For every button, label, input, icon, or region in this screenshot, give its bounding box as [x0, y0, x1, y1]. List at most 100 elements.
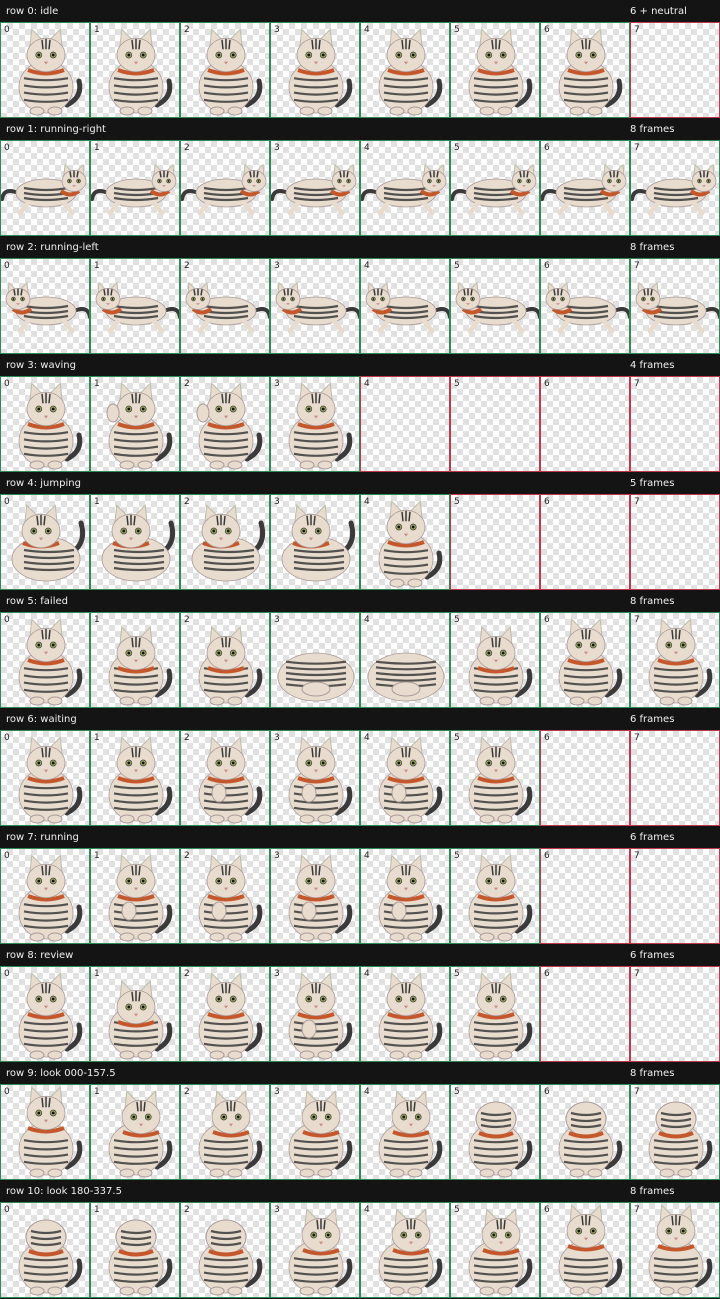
row-frame-count: 8 frames	[630, 1067, 675, 1079]
frame-cell: 1	[90, 1202, 180, 1298]
frame-cell: 1	[90, 730, 180, 826]
empty-frame-cell: 6	[540, 848, 630, 944]
frame-index: 0	[4, 1087, 10, 1097]
frame-cell: 7	[630, 1202, 720, 1298]
frame-cell: 3	[270, 1084, 360, 1180]
row-frame-count: 8 frames	[630, 595, 675, 607]
frame-cell: 2	[180, 1202, 270, 1298]
frame-index: 2	[184, 851, 190, 861]
frame-cell: 4	[360, 22, 450, 118]
frame-index: 7	[634, 969, 640, 979]
frame-index: 4	[364, 379, 370, 389]
frame-index: 0	[4, 969, 10, 979]
row-title: row 0: idle	[6, 5, 59, 17]
frame-index: 4	[364, 851, 370, 861]
frame-cell: 5	[450, 966, 540, 1062]
row-frame-count: 6 frames	[630, 831, 675, 843]
frame-cell: 6	[540, 612, 630, 708]
frame-index: 7	[634, 143, 640, 153]
frame-cell: 2	[180, 22, 270, 118]
frame-index: 2	[184, 497, 190, 507]
row-header: row 4: jumping 5 frames	[0, 472, 720, 494]
row-frame-count: 4 frames	[630, 359, 675, 371]
frame-index: 6	[544, 1087, 550, 1097]
frame-index: 6	[544, 143, 550, 153]
frame-cell: 6	[540, 140, 630, 236]
frame-index: 6	[544, 25, 550, 35]
frame-index: 5	[454, 615, 460, 625]
frame-cell: 3	[270, 258, 360, 354]
frame-cell: 0	[0, 258, 90, 354]
row-title: row 9: look 000-157.5	[6, 1067, 116, 1079]
frame-index: 5	[454, 969, 460, 979]
frame-index: 6	[544, 851, 550, 861]
frame-cell: 0	[0, 612, 90, 708]
frame-index: 3	[274, 733, 280, 743]
frame-index: 2	[184, 143, 190, 153]
row-title: row 10: look 180-337.5	[6, 1185, 122, 1197]
frame-cell: 4	[360, 1202, 450, 1298]
frame-row: 0 1 2 3 4 5 6 7	[0, 22, 720, 118]
frame-index: 3	[274, 379, 280, 389]
frame-index: 5	[454, 733, 460, 743]
frame-cell: 4	[360, 258, 450, 354]
frame-cell: 3	[270, 848, 360, 944]
frame-index: 5	[454, 379, 460, 389]
frame-index: 4	[364, 969, 370, 979]
frame-cell: 5	[450, 730, 540, 826]
frame-cell: 2	[180, 376, 270, 472]
row-title: row 1: running-right	[6, 123, 106, 135]
frame-cell: 2	[180, 730, 270, 826]
frame-index: 7	[634, 379, 640, 389]
row-header: row 2: running-left 8 frames	[0, 236, 720, 258]
frame-index: 1	[94, 379, 100, 389]
frame-index: 2	[184, 379, 190, 389]
frame-index: 2	[184, 969, 190, 979]
frame-index: 7	[634, 261, 640, 271]
row-header: row 7: running 6 frames	[0, 826, 720, 848]
frame-cell: 1	[90, 140, 180, 236]
empty-frame-cell: 4	[360, 376, 450, 472]
frame-row: 0 1 2 3 4 5 6 7	[0, 140, 720, 236]
frame-cell: 0	[0, 376, 90, 472]
frame-index: 7	[634, 733, 640, 743]
frame-row: 0 1 2 3 4 5 6 7	[0, 730, 720, 826]
frame-index: 3	[274, 1087, 280, 1097]
frame-index: 6	[544, 1205, 550, 1215]
frame-cell: 4	[360, 1084, 450, 1180]
frame-row: 0 1 2 3 4 5 6 7	[0, 1084, 720, 1180]
frame-index: 6	[544, 969, 550, 979]
frame-cell: 7	[630, 1084, 720, 1180]
frame-cell: 5	[450, 848, 540, 944]
frame-cell: 1	[90, 258, 180, 354]
frame-index: 1	[94, 143, 100, 153]
frame-cell: 1	[90, 848, 180, 944]
frame-cell: 6	[540, 1202, 630, 1298]
frame-index: 4	[364, 25, 370, 35]
frame-index: 5	[454, 851, 460, 861]
frame-row: 0 1 2 3 4 5 6 7	[0, 966, 720, 1062]
frame-index: 4	[364, 261, 370, 271]
frame-row: 0 1 2 3 4 5 6 7	[0, 494, 720, 590]
frame-index: 3	[274, 497, 280, 507]
frame-cell: 5	[450, 258, 540, 354]
frame-cell: 3	[270, 1202, 360, 1298]
frame-index: 4	[364, 733, 370, 743]
frame-index: 0	[4, 851, 10, 861]
frame-index: 3	[274, 143, 280, 153]
row-frame-count: 6 + neutral	[630, 5, 687, 17]
frame-cell: 0	[0, 494, 90, 590]
frame-row: 0 1 2 3 4 5 6 7	[0, 612, 720, 708]
frame-index: 3	[274, 25, 280, 35]
frame-index: 1	[94, 261, 100, 271]
frame-index: 1	[94, 25, 100, 35]
row-header: row 1: running-right 8 frames	[0, 118, 720, 140]
frame-cell: 3	[270, 494, 360, 590]
frame-index: 1	[94, 969, 100, 979]
row-title: row 2: running-left	[6, 241, 99, 253]
frame-index: 0	[4, 261, 10, 271]
frame-cell: 2	[180, 966, 270, 1062]
frame-cell: 1	[90, 22, 180, 118]
frame-row: 0 1 2 3 4 5 6 7	[0, 376, 720, 472]
frame-index: 1	[94, 1205, 100, 1215]
